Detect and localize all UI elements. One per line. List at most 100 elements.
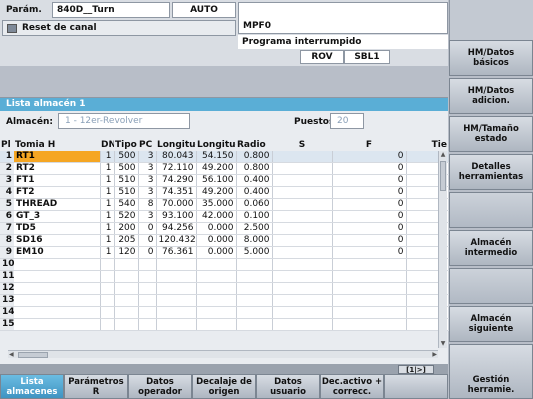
- cell-radio[interactable]: [236, 318, 273, 331]
- cell-s[interactable]: [272, 294, 333, 307]
- cell-radio[interactable]: 0.800: [236, 162, 273, 175]
- cell-name[interactable]: [14, 306, 101, 319]
- cell-name[interactable]: GT_3: [14, 210, 101, 223]
- cell-f[interactable]: 0: [332, 246, 407, 259]
- table-row[interactable]: 7TD51200094.2560.0002.50000: [0, 222, 449, 235]
- cell-pl[interactable]: 9: [0, 246, 14, 259]
- cell-l1[interactable]: 80.043: [156, 151, 197, 163]
- cell-s[interactable]: [272, 258, 333, 271]
- cell-f[interactable]: 0: [332, 222, 407, 235]
- cell-radio[interactable]: 2.500: [236, 222, 273, 235]
- cell-pl[interactable]: 4: [0, 186, 14, 199]
- cell-pc[interactable]: 3: [138, 210, 157, 223]
- cell-f[interactable]: 0: [332, 151, 407, 163]
- cell-pc[interactable]: 0: [138, 234, 157, 247]
- softkey-almacen-siguiente[interactable]: Almacén siguiente: [449, 306, 533, 342]
- cell-dn[interactable]: [100, 258, 115, 271]
- cell-l2[interactable]: 42.000: [196, 210, 237, 223]
- table-row[interactable]: 12: [0, 282, 449, 295]
- table-row[interactable]: 15: [0, 318, 449, 331]
- cell-s[interactable]: [272, 222, 333, 235]
- cell-s[interactable]: [272, 162, 333, 175]
- cell-name[interactable]: [14, 294, 101, 307]
- cell-name[interactable]: TD5: [14, 222, 101, 235]
- cell-f[interactable]: 0: [332, 198, 407, 211]
- cell-radio[interactable]: 0.800: [236, 151, 273, 163]
- cell-pc[interactable]: 8: [138, 198, 157, 211]
- softkey-blank-h[interactable]: [384, 374, 448, 399]
- cell-pc[interactable]: 3: [138, 162, 157, 175]
- hscroll-thumb[interactable]: [18, 352, 48, 358]
- softkey-parametros-r[interactable]: Parámetros R: [64, 374, 128, 399]
- table-row[interactable]: 9EM101120076.3610.0005.00000: [0, 246, 449, 259]
- cell-l1[interactable]: [156, 294, 197, 307]
- cell-tipo[interactable]: 510: [114, 174, 139, 187]
- cell-l1[interactable]: 94.256: [156, 222, 197, 235]
- cell-l2[interactable]: 0.000: [196, 222, 237, 235]
- cell-l1[interactable]: [156, 306, 197, 319]
- cell-l2[interactable]: 35.000: [196, 198, 237, 211]
- cell-radio[interactable]: 0.100: [236, 210, 273, 223]
- cell-f[interactable]: 0: [332, 186, 407, 199]
- cell-tipo[interactable]: 200: [114, 222, 139, 235]
- cell-pl[interactable]: 11: [0, 270, 14, 283]
- cell-f[interactable]: [332, 258, 407, 271]
- vertical-scrollbar[interactable]: ▲ ▼: [438, 151, 447, 348]
- cell-tipo[interactable]: [114, 294, 139, 307]
- cell-l2[interactable]: [196, 294, 237, 307]
- cell-radio[interactable]: [236, 282, 273, 295]
- cell-l2[interactable]: [196, 258, 237, 271]
- cell-dn[interactable]: 1: [100, 162, 115, 175]
- cell-pc[interactable]: [138, 318, 157, 331]
- cell-l2[interactable]: 54.150: [196, 151, 237, 163]
- cell-pc[interactable]: 3: [138, 186, 157, 199]
- cell-pl[interactable]: 8: [0, 234, 14, 247]
- cell-s[interactable]: [272, 318, 333, 331]
- cell-radio[interactable]: 5.000: [236, 246, 273, 259]
- cell-f[interactable]: [332, 294, 407, 307]
- cell-s[interactable]: [272, 246, 333, 259]
- cell-radio[interactable]: [236, 258, 273, 271]
- cell-f[interactable]: 0: [332, 162, 407, 175]
- horizontal-scrollbar[interactable]: ◀ ▶: [8, 350, 438, 358]
- cell-dn[interactable]: 1: [100, 234, 115, 247]
- scroll-right-icon[interactable]: ▶: [432, 351, 437, 359]
- cell-radio[interactable]: [236, 270, 273, 283]
- cell-radio[interactable]: 8.000: [236, 234, 273, 247]
- cell-l1[interactable]: [156, 282, 197, 295]
- softkey-datos-operador[interactable]: Datos operador: [128, 374, 192, 399]
- cell-pl[interactable]: 14: [0, 306, 14, 319]
- cell-tipo[interactable]: 500: [114, 162, 139, 175]
- almacen-field[interactable]: 1 - 12er-Revolver: [58, 113, 190, 129]
- softkey-dec-activo[interactable]: Dec.activo + correcc.: [320, 374, 384, 399]
- table-row[interactable]: 11: [0, 270, 449, 283]
- cell-s[interactable]: [272, 186, 333, 199]
- softkey-blank-1[interactable]: [449, 192, 533, 228]
- cell-pc[interactable]: [138, 282, 157, 295]
- cell-l1[interactable]: 72.110: [156, 162, 197, 175]
- table-row[interactable]: 13: [0, 294, 449, 307]
- cell-s[interactable]: [272, 174, 333, 187]
- cell-dn[interactable]: 1: [100, 246, 115, 259]
- cell-tipo[interactable]: 205: [114, 234, 139, 247]
- cell-pc[interactable]: [138, 294, 157, 307]
- cell-l1[interactable]: 74.290: [156, 174, 197, 187]
- cell-f[interactable]: [332, 282, 407, 295]
- cell-tipo[interactable]: 510: [114, 186, 139, 199]
- cell-s[interactable]: [272, 198, 333, 211]
- cell-l1[interactable]: [156, 270, 197, 283]
- cell-name[interactable]: RT2: [14, 162, 101, 175]
- cell-dn[interactable]: [100, 282, 115, 295]
- cell-dn[interactable]: 1: [100, 198, 115, 211]
- cell-tipo[interactable]: 520: [114, 210, 139, 223]
- cell-l2[interactable]: [196, 270, 237, 283]
- scroll-up-icon[interactable]: ▲: [439, 151, 447, 159]
- softkey-lista-almacenes[interactable]: Lista almacenes: [0, 374, 64, 399]
- cell-pc[interactable]: 3: [138, 151, 157, 163]
- cell-dn[interactable]: 1: [100, 222, 115, 235]
- scroll-left-icon[interactable]: ◀: [9, 351, 14, 359]
- cell-pl[interactable]: 6: [0, 210, 14, 223]
- softkey-detalles-herramientas[interactable]: Detalles herramientas: [449, 154, 533, 190]
- softkey-decalaje-origen[interactable]: Decalaje de origen: [192, 374, 256, 399]
- cell-s[interactable]: [272, 210, 333, 223]
